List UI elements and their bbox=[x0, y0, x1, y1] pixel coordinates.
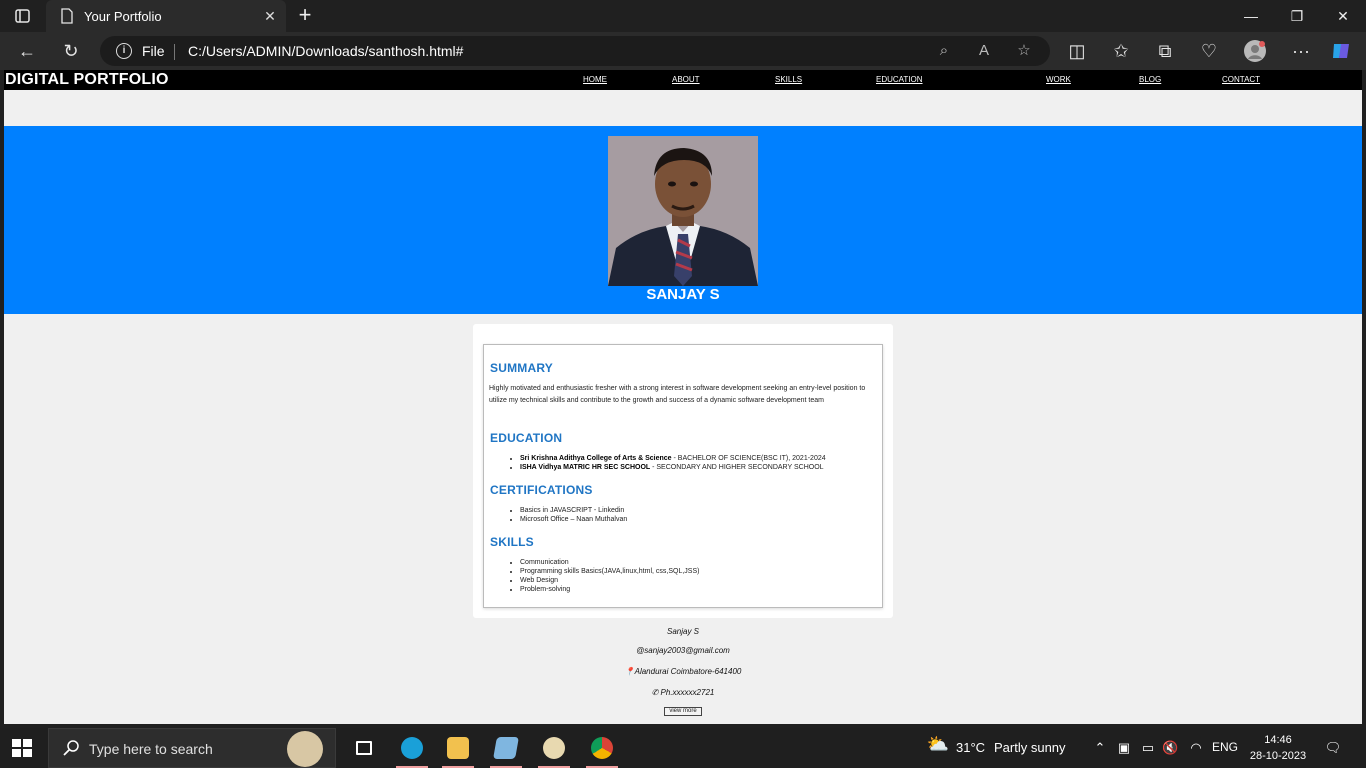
restore-button[interactable]: ❐ bbox=[1274, 4, 1320, 28]
summary-text: Highly motivated and enthusiastic freshe… bbox=[489, 385, 866, 404]
resume-card: SUMMARY Highly motivated and enthusiasti… bbox=[473, 324, 893, 618]
search-placeholder: Type here to search bbox=[89, 741, 213, 757]
language-indicator[interactable]: ENG bbox=[1212, 740, 1238, 754]
taskbar-search-box[interactable]: Type here to search bbox=[48, 728, 336, 768]
refresh-icon[interactable]: ↻ bbox=[60, 40, 82, 62]
profile-photo bbox=[608, 136, 758, 286]
view-more-button[interactable]: view more bbox=[664, 707, 702, 716]
hero-banner: SANJAY S bbox=[4, 126, 1362, 314]
info-icon[interactable]: i bbox=[116, 43, 132, 59]
battery-icon[interactable]: ▭ bbox=[1140, 740, 1156, 756]
file-icon bbox=[60, 8, 74, 24]
search-icon bbox=[63, 739, 79, 757]
browser-tab[interactable]: Your Portfolio ✕ bbox=[46, 0, 286, 32]
task-view-icon[interactable] bbox=[342, 728, 386, 768]
education-heading: EDUCATION bbox=[490, 431, 563, 445]
certifications-heading: CERTIFICATIONS bbox=[490, 483, 593, 497]
education-list: Sri Krishna Adithya College of Arts & Sc… bbox=[520, 454, 826, 472]
list-item: Communication bbox=[520, 558, 699, 567]
read-aloud-icon[interactable]: A bbox=[974, 41, 994, 61]
page-viewport: DIGITAL PORTFOLIO HOME ABOUT SKILLS EDUC… bbox=[4, 70, 1362, 724]
nav-home-link[interactable]: HOME bbox=[583, 75, 607, 84]
weather-temp[interactable]: 31°C bbox=[956, 740, 985, 755]
education-school: Sri Krishna Adithya College of Arts & Sc… bbox=[520, 455, 672, 462]
notifications-icon[interactable]: 🗨 bbox=[1324, 740, 1342, 756]
address-url[interactable]: C:/Users/ADMIN/Downloads/santhosh.html# bbox=[188, 43, 463, 59]
meet-now-icon[interactable]: ▣ bbox=[1116, 740, 1132, 756]
search-highlight-icon[interactable] bbox=[287, 731, 323, 767]
nav-about-link[interactable]: ABOUT bbox=[672, 75, 700, 84]
nav-contact-link[interactable]: CONTACT bbox=[1222, 75, 1260, 84]
volume-muted-icon[interactable]: 🔇 bbox=[1162, 740, 1178, 756]
more-options-icon[interactable]: ··· bbox=[1290, 40, 1312, 62]
site-navbar: DIGITAL PORTFOLIO HOME ABOUT SKILLS EDUC… bbox=[4, 70, 1362, 90]
windows-taskbar: Type here to search ⛅ 31°C Partly sunny … bbox=[0, 728, 1366, 768]
favorite-star-icon[interactable]: ☆ bbox=[1014, 41, 1034, 61]
browser-tab-bar: Your Portfolio ✕ + — ❐ ✕ bbox=[0, 0, 1366, 32]
weather-desc[interactable]: Partly sunny bbox=[994, 740, 1066, 755]
clock-date: 28-10-2023 bbox=[1249, 750, 1307, 762]
taskbar-clock[interactable]: 14:46 28-10-2023 bbox=[1248, 732, 1308, 764]
nav-work-link[interactable]: WORK bbox=[1046, 75, 1071, 84]
paint-app-icon[interactable] bbox=[532, 728, 576, 768]
chrome-app-icon[interactable] bbox=[580, 728, 624, 768]
close-window-button[interactable]: ✕ bbox=[1320, 4, 1366, 28]
file-explorer-app-icon[interactable] bbox=[436, 728, 480, 768]
split-screen-icon[interactable]: ◫ bbox=[1066, 40, 1088, 62]
edge-app-icon[interactable] bbox=[390, 728, 434, 768]
tab-title: Your Portfolio bbox=[84, 9, 162, 24]
summary-heading: SUMMARY bbox=[490, 361, 553, 375]
collections-icon[interactable]: ⧉ bbox=[1154, 40, 1176, 62]
browser-essentials-icon[interactable]: ♡ bbox=[1198, 40, 1220, 62]
list-item: Problem-solving bbox=[520, 585, 699, 594]
back-arrow-icon[interactable]: ← bbox=[16, 40, 38, 62]
nav-skills-link[interactable]: SKILLS bbox=[775, 75, 802, 84]
certifications-list: Basics in JAVASCRIPT - Linkedin Microsof… bbox=[520, 506, 627, 524]
footer-email[interactable]: @sanjay2003@gmail.com bbox=[4, 646, 1362, 655]
education-detail: - SECONDARY AND HIGHER SECONDARY SCHOOL bbox=[650, 464, 824, 471]
hero-name: SANJAY S bbox=[646, 286, 720, 303]
list-item: Programming skills Basics(JAVA,linux,htm… bbox=[520, 567, 699, 576]
footer-name: Sanjay S bbox=[666, 627, 700, 636]
windows-start-icon[interactable] bbox=[12, 739, 32, 757]
footer-location: 📍Alandurai Coimbatore-641400 bbox=[624, 667, 742, 676]
footer-phone: ✆ Ph.xxxxxx2721 bbox=[651, 688, 715, 697]
close-tab-icon[interactable]: ✕ bbox=[262, 8, 278, 24]
clock-time: 14:46 bbox=[1264, 734, 1292, 746]
list-item: Web Design bbox=[520, 576, 699, 585]
weather-icon[interactable]: ⛅ bbox=[926, 735, 950, 760]
wifi-icon[interactable]: ◠ bbox=[1188, 740, 1204, 756]
profile-avatar-icon[interactable] bbox=[1244, 40, 1266, 62]
tab-actions-icon[interactable] bbox=[10, 6, 34, 26]
resume-panel: SUMMARY Highly motivated and enthusiasti… bbox=[483, 344, 883, 608]
chevron-up-icon[interactable]: ⌃ bbox=[1092, 740, 1108, 756]
new-tab-button[interactable]: + bbox=[294, 4, 316, 26]
address-divider bbox=[174, 44, 175, 60]
site-logo: DIGITAL PORTFOLIO bbox=[5, 71, 169, 88]
list-item: Microsoft Office – Naan Muthalvan bbox=[520, 515, 627, 524]
nav-blog-link[interactable]: BLOG bbox=[1139, 75, 1161, 84]
list-item: ISHA Vidhya MATRIC HR SEC SCHOOL - SECON… bbox=[520, 463, 826, 472]
skills-heading: SKILLS bbox=[490, 535, 534, 549]
address-bar[interactable]: i File C:/Users/ADMIN/Downloads/santhosh… bbox=[100, 36, 1050, 66]
nav-education-link[interactable]: EDUCATION bbox=[876, 75, 923, 84]
favorites-icon[interactable]: ✩ bbox=[1110, 40, 1132, 62]
copilot-icon[interactable] bbox=[1330, 40, 1352, 62]
browser-toolbar: ← ↻ i File C:/Users/ADMIN/Downloads/sant… bbox=[0, 32, 1366, 70]
skills-list: Communication Programming skills Basics(… bbox=[520, 558, 699, 594]
education-school: ISHA Vidhya MATRIC HR SEC SCHOOL bbox=[520, 464, 651, 471]
zoom-icon[interactable]: ⌕ bbox=[934, 41, 954, 61]
minimize-button[interactable]: — bbox=[1228, 4, 1274, 28]
list-item: Basics in JAVASCRIPT - Linkedin bbox=[520, 506, 627, 515]
list-item: Sri Krishna Adithya College of Arts & Sc… bbox=[520, 454, 826, 463]
notepad-app-icon[interactable] bbox=[484, 728, 528, 768]
address-scheme: File bbox=[142, 43, 165, 59]
education-detail: - BACHELOR OF SCIENCE(BSC IT), 2021-2024 bbox=[671, 455, 826, 462]
